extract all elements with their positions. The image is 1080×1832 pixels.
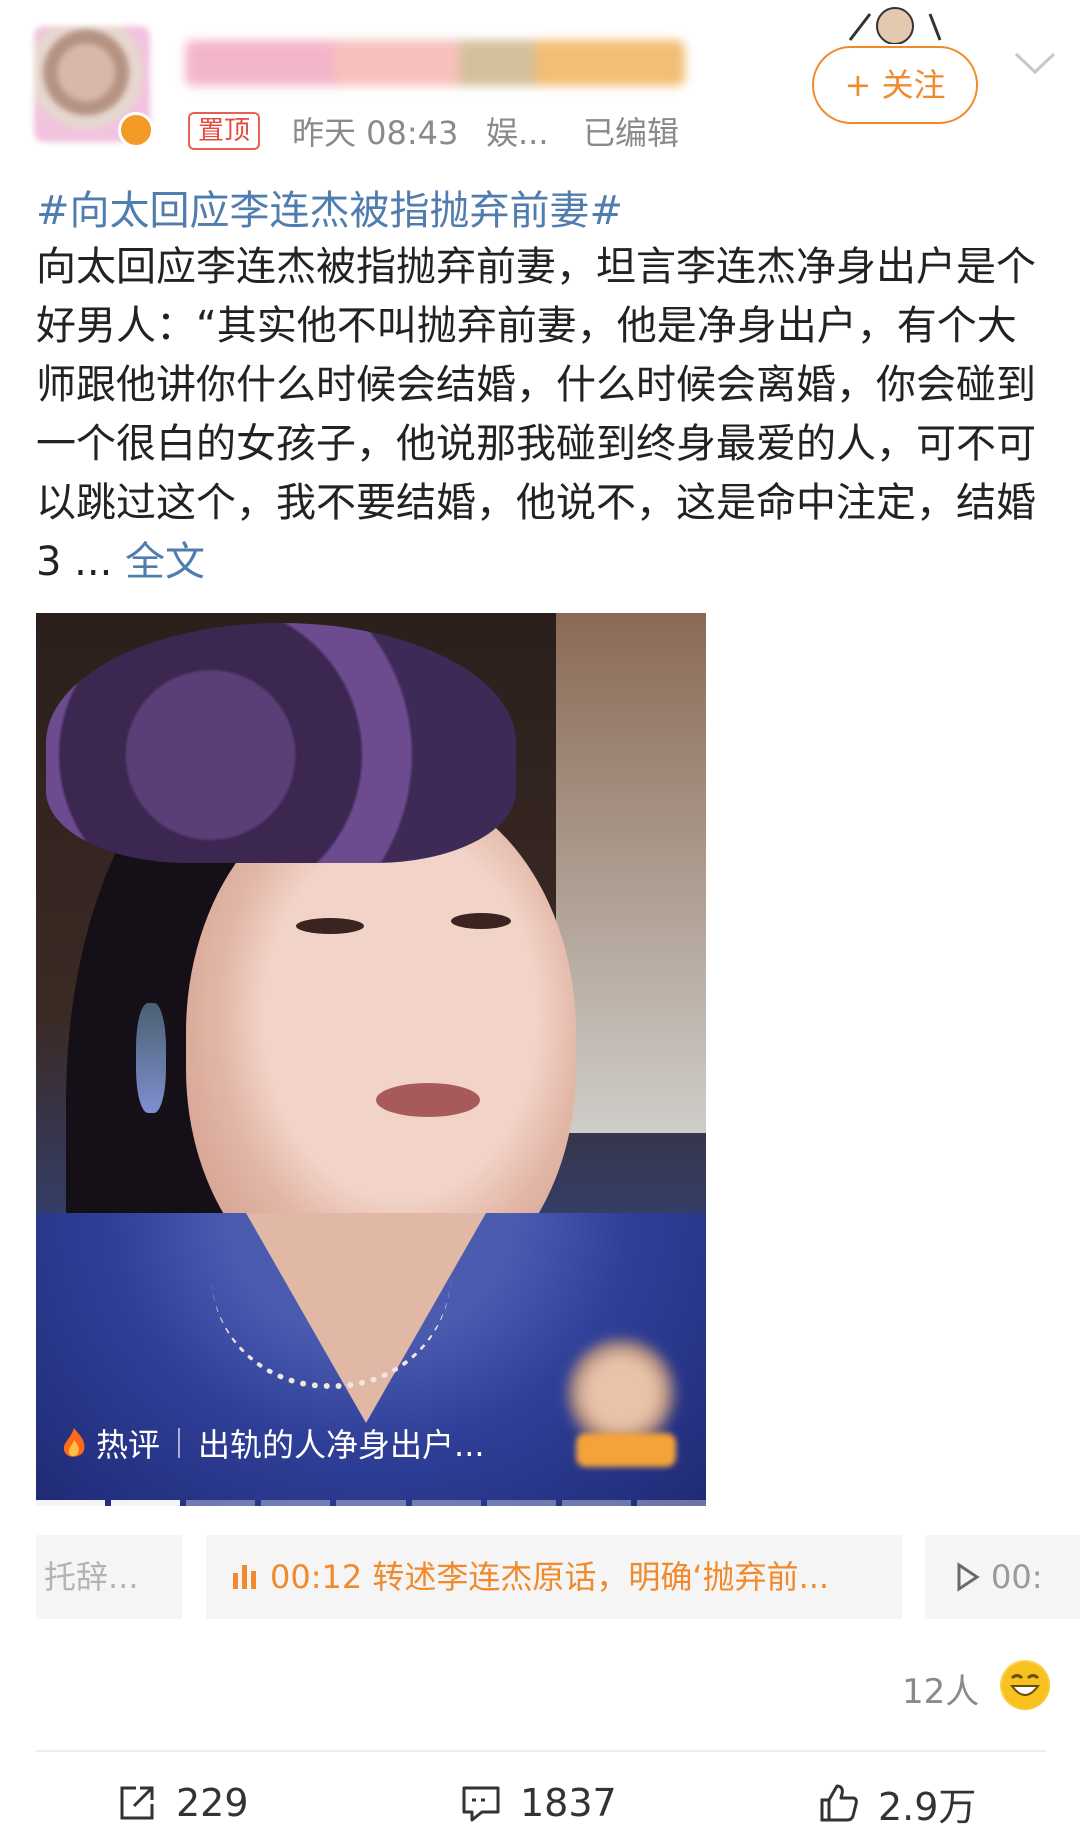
progress-segment [261,1500,331,1506]
chapter-current-label: 00:12 转述李连杰原话，明确‘抛弃前... [270,1558,830,1596]
video-wall [556,613,706,1133]
audio-bars-icon [233,1565,256,1589]
comment-button[interactable]: 1837 [460,1778,617,1828]
video-earring [136,1003,166,1113]
progress-segment [486,1500,556,1506]
comment-count: 1837 [520,1781,617,1825]
chapter-next-label: 00: [991,1558,1043,1596]
sticker-decoration-icon [848,7,942,44]
progress-segment [111,1500,181,1506]
follow-button[interactable]: + 关注 [812,46,978,124]
progress-segment [561,1500,631,1506]
hot-comment-label: 热评 [96,1426,161,1464]
like-button[interactable]: 2.9万 [818,1778,977,1829]
comment-icon [462,1786,500,1822]
play-icon [957,1562,980,1592]
video-headpiece [46,623,516,863]
video-player[interactable]: 热评 出轨的人净身出户... [36,613,706,1506]
video-eye-right [451,913,511,929]
share-icon [120,1786,154,1820]
share-button[interactable]: 229 [116,1778,249,1828]
progress-segment [186,1500,256,1506]
chevron-down-icon[interactable] [1010,44,1060,84]
chapter-item-next[interactable]: 00: [925,1535,1080,1619]
post-source: 娱... [486,114,549,152]
edited-label[interactable]: 已编辑 [583,108,679,154]
hot-comment-divider [178,1428,181,1458]
video-mouth [376,1083,480,1117]
video-eye-left [296,918,364,934]
username-blurred[interactable] [185,40,685,86]
progress-segment [636,1500,706,1506]
pinned-badge: 置顶 [188,112,261,150]
verified-badge-icon [118,112,154,148]
thumbs-up-icon [820,1784,858,1822]
video-progress-bar[interactable] [36,1500,706,1506]
hot-comment-overlay[interactable]: 热评 出轨的人净身出户... [60,1423,485,1464]
share-count: 229 [176,1781,249,1825]
full-text-link[interactable]: 全文 [125,539,205,585]
progress-segment [36,1500,106,1506]
hot-comment-text: 出轨的人净身出户... [198,1426,485,1464]
chapter-item-current[interactable]: 00:12 转述李连杰原话，明确‘抛弃前... [206,1535,902,1619]
progress-segment [336,1500,406,1506]
topic-hashtag[interactable]: #向太回应李连杰被指抛弃前妻# [36,178,623,236]
laughing-emoji-icon[interactable] [1000,1660,1050,1710]
flame-icon [63,1428,85,1457]
post-body-text: 向太回应李连杰被指抛弃前妻，坦言李连杰净身出户是个好男人：“其实他不叫抛弃前妻，… [36,244,1036,585]
like-count: 2.9万 [878,1784,977,1829]
reaction-count[interactable]: 12人 [902,1664,979,1713]
post-time: 昨天 08:43 [292,114,459,152]
commenter-tag-blurred [576,1433,676,1467]
post-body: 向太回应李连杰被指抛弃前妻，坦言李连杰净身出户是个好男人：“其实他不叫抛弃前妻，… [36,238,1051,592]
divider [36,1750,1046,1752]
progress-segment [411,1500,481,1506]
chapter-item-prev[interactable]: 托辞... [36,1535,182,1619]
